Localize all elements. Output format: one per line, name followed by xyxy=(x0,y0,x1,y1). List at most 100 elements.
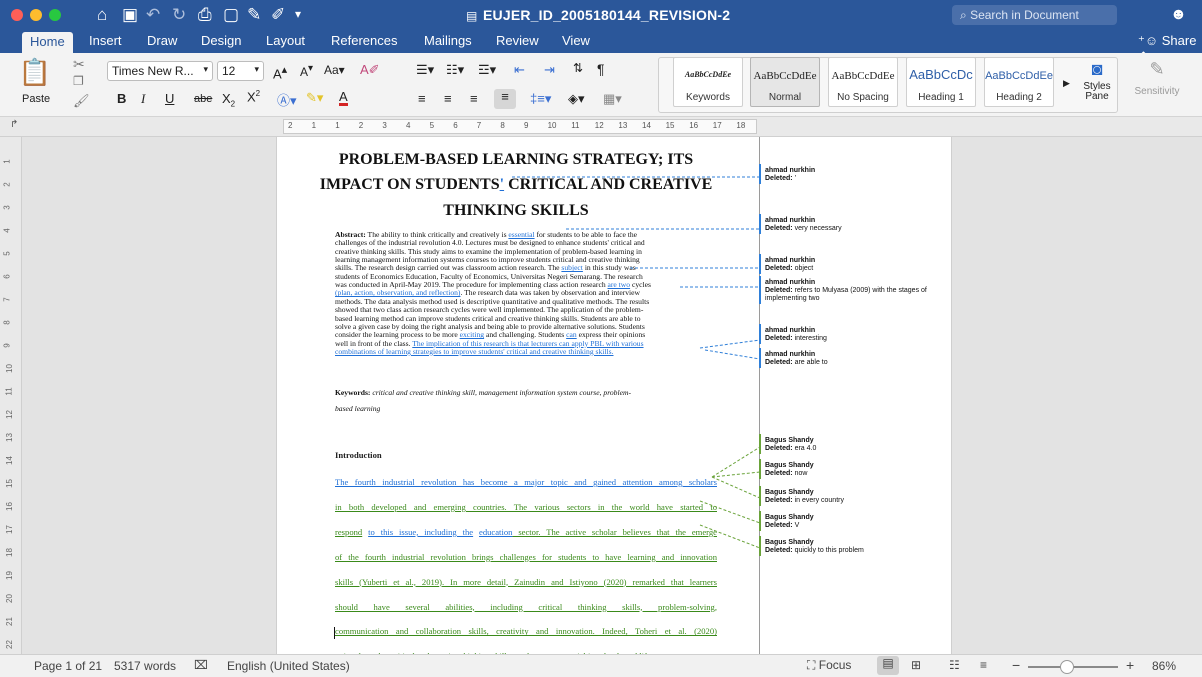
vertical-ruler-number: 18 xyxy=(4,548,14,557)
zoom-slider-thumb[interactable] xyxy=(1059,660,1074,674)
edit-icon[interactable]: ✎ xyxy=(247,6,261,23)
tab-references[interactable]: References xyxy=(331,33,397,48)
document-workspace[interactable]: 1 2 3 4 5 6 7 8 9 10 11 12 13 14 15 16 17 18 19 20 21 22 PROB… xyxy=(0,137,1202,654)
cut-icon[interactable]: ✂ xyxy=(73,56,85,73)
undo-icon[interactable]: ↶ xyxy=(146,6,160,23)
decrease-indent-icon[interactable]: ⇤ xyxy=(514,62,525,78)
zoom-level[interactable]: 86% xyxy=(1152,659,1176,673)
vertical-ruler-number: 16 xyxy=(4,502,14,511)
text-effects-icon[interactable]: Ⓐ▾ xyxy=(277,90,297,109)
font-size-select[interactable]: 12 ▾ xyxy=(217,61,264,81)
tab-draw[interactable]: Draw xyxy=(147,33,177,48)
draft-view-icon[interactable]: ≡ xyxy=(980,658,987,672)
align-left-icon[interactable]: ≡ xyxy=(418,91,426,106)
style-heading-2[interactable]: AaBbCcDdEe Heading 2 xyxy=(984,57,1054,107)
comment-author: ahmad nurkhin xyxy=(765,327,816,334)
save-icon[interactable]: ▣ xyxy=(122,6,138,23)
shrink-font-icon[interactable]: A▾ xyxy=(300,63,313,79)
underline-button[interactable]: U xyxy=(165,91,174,106)
style-normal[interactable]: AaBbCcDdEe Normal xyxy=(750,57,820,107)
print-icon[interactable]: ⎙ xyxy=(198,6,212,23)
customize-toolbar-icon[interactable]: ▾ xyxy=(295,6,301,23)
numbering-icon[interactable]: ☷▾ xyxy=(446,62,464,78)
word-count[interactable]: 5317 words xyxy=(114,659,176,673)
tracked-change-balloon[interactable]: ahmad nurkhin Deleted: object xyxy=(761,257,941,273)
strikethrough-button[interactable]: abe xyxy=(194,93,212,105)
multilevel-list-icon[interactable]: ☲▾ xyxy=(478,62,496,78)
copy-icon[interactable]: ❐ xyxy=(73,74,84,88)
home-icon[interactable]: ⌂ xyxy=(97,6,107,23)
bold-button[interactable]: B xyxy=(117,91,126,106)
web-layout-view-icon[interactable]: ⊞ xyxy=(911,658,921,672)
close-window-button[interactable] xyxy=(11,9,23,21)
style-heading-1[interactable]: AaBbCcDc Heading 1 xyxy=(906,57,976,107)
ruler-number: 12 xyxy=(594,121,604,130)
tracked-change-balloon[interactable]: Bagus Shandy Deleted: quickly to this pro… xyxy=(761,539,941,555)
tab-design[interactable]: Design xyxy=(201,33,241,48)
horizontal-ruler[interactable]: ↱ 2 1 1 2 3 4 5 6 7 8 9 10 11 12 13 14 15 16 17 18 xyxy=(0,117,1202,137)
comment-text: Deleted: are able to xyxy=(765,359,828,366)
tab-mailings[interactable]: Mailings xyxy=(424,33,472,48)
zoom-window-button[interactable] xyxy=(49,9,61,21)
subscript-button[interactable]: X2 xyxy=(222,91,235,109)
focus-button[interactable]: ⛶ Focus xyxy=(807,658,851,673)
format-painter-icon[interactable]: 🖌 xyxy=(73,93,90,109)
style-keywords[interactable]: AaBbCcDdEe Keywords xyxy=(673,57,743,107)
outline-view-icon[interactable]: ☷ xyxy=(949,658,960,672)
print-layout-view-icon[interactable]: ▤ xyxy=(877,656,899,675)
change-case-icon[interactable]: Aa▾ xyxy=(324,63,345,77)
shading-icon[interactable]: ◈▾ xyxy=(568,91,585,107)
tracked-change-balloon[interactable]: ahmad nurkhin Deleted: refers to Mulyasa … xyxy=(761,279,941,303)
zoom-slider[interactable] xyxy=(1028,660,1118,674)
tracked-change-balloon[interactable]: Bagus Shandy Deleted: in every country xyxy=(761,489,941,505)
new-document-icon[interactable]: ▢ xyxy=(223,6,239,23)
ruler-number: 6 xyxy=(453,121,458,130)
bullets-icon[interactable]: ☰▾ xyxy=(416,62,434,78)
font-color-icon[interactable]: A xyxy=(339,90,348,106)
minimize-window-button[interactable] xyxy=(30,9,42,21)
styles-gallery-expand-icon[interactable]: ▶ xyxy=(1063,78,1070,89)
track-changes-icon[interactable]: ✐ xyxy=(271,6,285,23)
justify-icon[interactable]: ≡ xyxy=(494,89,516,109)
styles-pane-button[interactable]: ◙ Styles Pane xyxy=(1080,57,1114,113)
style-no-spacing[interactable]: AaBbCcDdEe No Spacing xyxy=(828,57,898,107)
tab-insert[interactable]: Insert xyxy=(89,33,122,48)
page-count[interactable]: Page 1 of 21 xyxy=(34,659,102,673)
tab-view[interactable]: View xyxy=(562,33,590,48)
borders-icon[interactable]: ▦▾ xyxy=(603,91,622,107)
paste-button[interactable]: 📋 xyxy=(18,55,52,89)
clear-formatting-icon[interactable]: A✐ xyxy=(360,62,380,78)
superscript-button[interactable]: X2 xyxy=(247,89,260,104)
italic-button[interactable]: I xyxy=(141,91,145,107)
tracked-change-balloon[interactable]: Bagus Shandy Deleted: now xyxy=(761,462,941,478)
tracked-change-balloon[interactable]: ahmad nurkhin Deleted: very necessary xyxy=(761,217,941,233)
align-right-icon[interactable]: ≡ xyxy=(470,91,478,106)
tracked-change-balloon[interactable]: ahmad nurkhin Deleted: are able to xyxy=(761,351,941,367)
zoom-out-button[interactable]: − xyxy=(1012,657,1020,673)
vertical-ruler-number: 4 xyxy=(2,228,12,233)
tracked-change-balloon[interactable]: ahmad nurkhin Deleted: ' xyxy=(761,167,941,183)
tab-home[interactable]: Home xyxy=(22,32,73,53)
show-paragraph-marks-icon[interactable]: ¶ xyxy=(597,61,605,77)
account-icon[interactable]: ☻ xyxy=(1170,6,1187,23)
document-page[interactable]: PROBLEM-BASED LEARNING STRATEGY; ITS IMP… xyxy=(276,137,952,654)
sensitivity-button[interactable]: ✎ Sensitivity xyxy=(1124,57,1190,113)
redo-icon[interactable]: ↻ xyxy=(172,6,186,23)
language-label[interactable]: English (United States) xyxy=(227,659,350,673)
sort-icon[interactable]: ⇅ xyxy=(573,61,583,75)
grow-font-icon[interactable]: A▴ xyxy=(273,63,287,81)
highlight-color-icon[interactable]: ✎▾ xyxy=(306,90,323,106)
tracked-change-balloon[interactable]: Bagus Shandy Deleted: V xyxy=(761,514,941,530)
line-spacing-icon[interactable]: ‡≡▾ xyxy=(530,91,551,107)
align-center-icon[interactable]: ≡ xyxy=(444,91,452,106)
font-name-select[interactable]: Times New R... ▾ xyxy=(107,61,213,81)
proofing-icon[interactable]: ⌧ xyxy=(194,658,208,672)
tracked-change-balloon[interactable]: ahmad nurkhin Deleted: interesting xyxy=(761,327,941,343)
increase-indent-icon[interactable]: ⇥ xyxy=(544,62,555,78)
tab-layout[interactable]: Layout xyxy=(266,33,305,48)
search-document-field[interactable]: ⌕ Search in Document xyxy=(952,5,1117,25)
zoom-in-button[interactable]: + xyxy=(1126,657,1134,673)
tab-stop-selector-icon[interactable]: ↱ xyxy=(10,119,18,130)
tracked-change-balloon[interactable]: Bagus Shandy Deleted: era 4.0 xyxy=(761,437,941,453)
tab-review[interactable]: Review xyxy=(496,33,539,48)
